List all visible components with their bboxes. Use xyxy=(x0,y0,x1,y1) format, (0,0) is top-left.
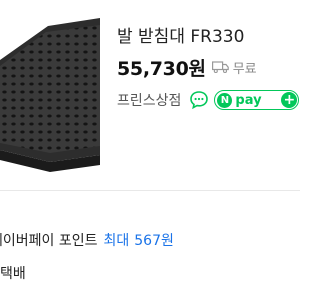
points-value: 567원 xyxy=(134,233,174,249)
npay-n-icon: N xyxy=(217,92,233,108)
plus-icon: + xyxy=(281,92,298,108)
chat-bubble-icon[interactable] xyxy=(189,90,209,110)
points-max-label: 최대 xyxy=(103,233,130,249)
points-row: 네이버페이 포인트 최대 567원 xyxy=(0,229,174,251)
product-price: 55,730원 xyxy=(117,57,206,80)
npay-label: pay xyxy=(235,92,262,108)
truck-icon xyxy=(211,61,229,73)
seller-name[interactable]: 프린스상점 xyxy=(117,90,181,110)
product-image[interactable] xyxy=(0,0,100,175)
points-label: 네이버페이 포인트 xyxy=(0,233,98,249)
shipping-fee: 무료 xyxy=(232,61,257,77)
seller-row: 프린스상점 N pay + xyxy=(117,88,300,112)
npay-plus-badge[interactable]: N pay + xyxy=(214,90,300,110)
price-row: 55,730원 무료 xyxy=(117,54,257,80)
product-title[interactable]: 발 받침대 FR330 xyxy=(117,22,244,47)
divider xyxy=(0,190,300,191)
delivery-method: 택배 xyxy=(0,266,26,282)
